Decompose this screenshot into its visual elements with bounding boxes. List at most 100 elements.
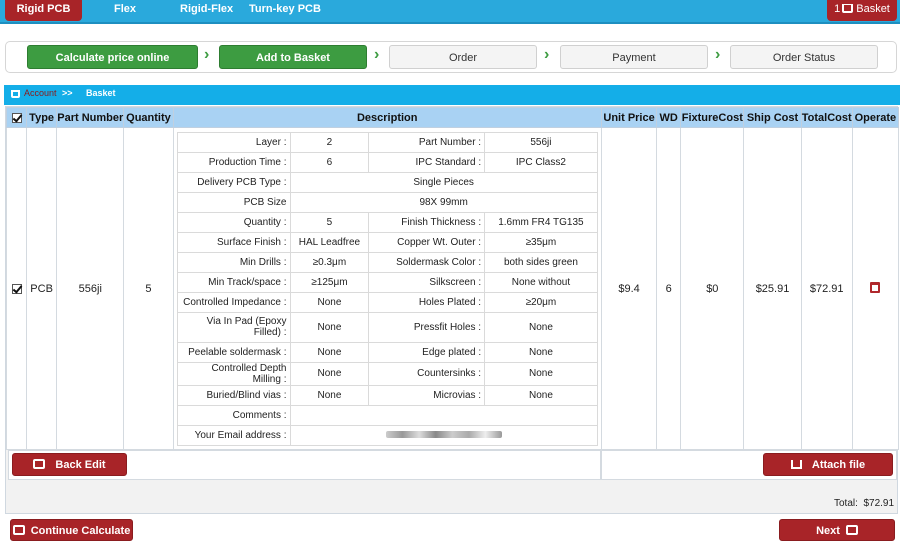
spec-label: Copper Wt. Outer : (368, 231, 486, 253)
cart-icon (842, 4, 854, 13)
spec-label: Silkscreen : (368, 271, 486, 293)
header-unit-price: Unit Price (600, 107, 658, 128)
spec-value: None (484, 311, 598, 343)
spec-value: None (484, 341, 598, 363)
header-ship-cost: Ship Cost (743, 107, 802, 128)
spec-label: Soldermask Color : (368, 251, 486, 273)
header-description: Description (172, 107, 602, 128)
spec-value: ≥20μm (484, 291, 598, 313)
spec-label: Finish Thickness : (368, 211, 486, 233)
spec-label: Holes Plated : (368, 291, 486, 313)
spec-label: Delivery PCB Type : (176, 171, 291, 193)
hand-right-icon (845, 525, 858, 535)
select-all-header[interactable] (5, 107, 28, 128)
spec-value: 98X 99mm (289, 191, 598, 213)
description-row: Surface Finish : HAL Leadfree Copper Wt. O… (176, 231, 598, 253)
header-fixture-cost: FixtureCost (680, 107, 745, 128)
breadcrumb-separator: >> (62, 88, 73, 98)
step-order: Order (389, 45, 537, 69)
cell-part-number: 556ji (56, 127, 125, 450)
description-row: Controlled Depth Milling : None Countersin… (176, 361, 598, 386)
step-order-status: Order Status (730, 45, 878, 69)
step-payment: Payment (560, 45, 708, 69)
description-row: Comments : (176, 404, 598, 426)
description-row: Quantity :5 Finish Thickness :1.6mm FR4 T… (176, 211, 598, 233)
back-edit-button[interactable]: Back Edit (12, 453, 127, 476)
description-row: Controlled Impedance : None Holes Plated :… (176, 291, 598, 313)
attach-file-button[interactable]: Attach file (763, 453, 893, 476)
cell-unit-price: $9.4 (600, 127, 658, 450)
cell-wd: 6 (656, 127, 682, 450)
chevron-right-icon: › (715, 46, 721, 63)
spec-label: Part Number : (368, 131, 486, 153)
cell-total-cost: $72.91 (800, 127, 853, 450)
spec-label: Controlled Impedance : (176, 291, 291, 313)
chevron-right-icon: › (544, 46, 550, 63)
spec-label: Via In Pad (Epoxy Filled) : (176, 311, 291, 343)
row-checkbox[interactable] (11, 283, 22, 294)
description-row: Delivery PCB Type : Single Pieces (176, 171, 598, 193)
spec-label: Production Time : (176, 151, 291, 173)
spec-label: Edge plated : (368, 341, 486, 363)
step-add-to-basket[interactable]: Add to Basket (219, 45, 367, 69)
spec-value: ≥35μm (484, 231, 598, 253)
spec-label: Layer : (176, 131, 291, 153)
header-wd: WD (656, 107, 682, 128)
cell-type: PCB (26, 127, 58, 450)
chevron-right-icon: › (204, 46, 210, 63)
basket-button[interactable]: 1 Basket (827, 0, 897, 21)
breadcrumb: Account >> Basket (4, 85, 900, 105)
spec-label: Min Track/space : (176, 271, 291, 293)
spec-value: ≥0.3μm (289, 251, 370, 273)
email-value (385, 430, 502, 438)
cell-description: Layer :2 Part Number :556ji Production Tim… (172, 127, 602, 450)
hand-left-icon (33, 459, 46, 469)
tab-turnkey-pcb[interactable]: Turn-key PCB (249, 3, 321, 15)
continue-calculate-label: Continue Calculate (30, 525, 131, 537)
description-row: Your Email address : (176, 424, 598, 446)
spec-value: 5 (289, 211, 370, 233)
basket-label: Basket (856, 3, 890, 15)
spec-label: Countersinks : (368, 361, 486, 386)
attach-file-label: Attach file (811, 459, 866, 471)
tab-rigid-pcb[interactable]: Rigid PCB (5, 0, 82, 21)
row-select[interactable] (5, 127, 28, 450)
cell-quantity: 5 (123, 127, 174, 450)
spec-label: Buried/Blind vias : (176, 384, 291, 406)
table-row: PCB 556ji 5 Layer :2 Part Number :556ji Pr… (5, 127, 900, 450)
spec-value: None (289, 384, 370, 406)
spec-value: 2 (289, 131, 370, 153)
cell-fixture-cost: $0 (680, 127, 745, 450)
step-calculate[interactable]: Calculate price online (27, 45, 198, 69)
top-nav-bar: Rigid PCB Flex Rigid-Flex Turn-key PCB 1… (0, 0, 900, 24)
spec-value: None (289, 341, 370, 363)
basket-table: Type Part Number Quantity Description Un… (5, 107, 900, 450)
spec-value: None without (484, 271, 598, 293)
spec-label: Peelable soldermask : (176, 341, 291, 363)
back-edit-label: Back Edit (55, 459, 106, 471)
spec-value: None (289, 291, 370, 313)
spec-value: ≥125μm (289, 271, 370, 293)
basket-panel: Type Part Number Quantity Description Un… (5, 106, 900, 514)
tab-flex[interactable]: Flex (114, 3, 136, 15)
description-row: Buried/Blind vias : None Microvias : None (176, 384, 598, 406)
header-quantity: Quantity (123, 107, 174, 128)
trash-icon[interactable] (870, 281, 881, 293)
spec-label: Comments : (176, 404, 291, 426)
breadcrumb-account[interactable]: Account (24, 88, 57, 98)
spec-label: Quantity : (176, 211, 291, 233)
tab-rigid-flex[interactable]: Rigid-Flex (180, 3, 233, 15)
spec-label: Microvias : (368, 384, 486, 406)
total-value: $72.91 (863, 498, 895, 509)
order-steps: Calculate price online › Add to Basket ›… (5, 41, 897, 73)
description-row: Peelable soldermask : None Edge plated : No… (176, 341, 598, 363)
spec-value: Single Pieces (289, 171, 598, 193)
description-row: Min Track/space : ≥125μm Silkscreen : None … (176, 271, 598, 293)
spec-value (289, 404, 598, 426)
total-summary: Total: $72.91 (834, 498, 894, 509)
cart-icon (11, 90, 20, 98)
select-all-checkbox[interactable] (11, 112, 22, 123)
description-table: Layer :2 Part Number :556ji Production Tim… (176, 131, 598, 446)
spec-label: Controlled Depth Milling : (176, 361, 291, 386)
spec-value: IPC Class2 (484, 151, 598, 173)
